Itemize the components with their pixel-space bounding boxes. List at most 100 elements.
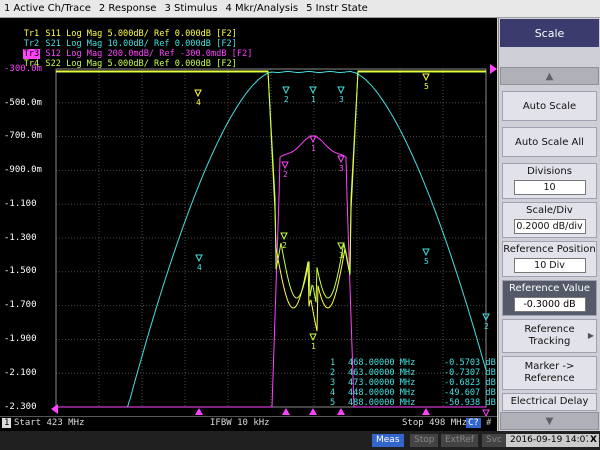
- reference-position-button[interactable]: Reference Position 10 Div: [502, 241, 597, 277]
- scroll-up-arrow-icon[interactable]: ▲: [500, 67, 599, 85]
- marker-s11-4: 4: [194, 89, 202, 107]
- marker-num: 5: [330, 398, 336, 408]
- marker-row-1: 1 468.00000 MHz -0.5703 dB: [330, 358, 497, 368]
- marker-num: 1: [330, 358, 336, 368]
- softkey-menu-title: Scale: [500, 19, 599, 47]
- marker-s22-2: 2: [280, 232, 288, 250]
- sweep-status-row: 1 Start 423 MHz IFBW 10 kHz Stop 498 MHz…: [0, 416, 497, 431]
- stop-frequency[interactable]: Stop 498 MHz: [402, 418, 467, 428]
- y-tick-label: -2.300: [4, 402, 37, 412]
- divisions-value[interactable]: 10: [513, 180, 586, 195]
- marker-row-2: 2 463.00000 MHz -0.7307 dB: [330, 368, 497, 378]
- y-tick-label: -1.300: [4, 233, 37, 243]
- svg-text:5: 5: [424, 257, 429, 266]
- marker-s21-3: 3: [337, 86, 345, 104]
- scroll-down-arrow-icon[interactable]: ▼: [500, 412, 599, 430]
- y-tick-label: -900.0m: [4, 165, 42, 175]
- menu-bar: 1 Active Ch/Trace 2 Response 3 Stimulus …: [0, 0, 600, 18]
- reference-value-label: Reference Value: [509, 283, 590, 294]
- marker-freq: 468.00000 MHz: [348, 358, 416, 368]
- marker-freq: 463.00000 MHz: [348, 368, 416, 378]
- y-tick-label: -2.100: [4, 368, 37, 378]
- svg-text:2: 2: [282, 241, 287, 250]
- reference-position-label: Reference Position: [503, 244, 596, 255]
- svg-text:3: 3: [339, 95, 344, 104]
- marker-s22-1: 1: [309, 333, 317, 351]
- marker-value: -0.7307 dB: [444, 368, 496, 378]
- marker-s22-3: 3: [337, 242, 345, 260]
- y-tick-label: -1.500: [4, 266, 37, 276]
- menu-mkr-analysis[interactable]: 4 Mkr/Analysis: [221, 3, 302, 14]
- marker-freq: 448.00000 MHz: [348, 388, 416, 398]
- electrical-delay-label: Electrical Delay: [510, 396, 589, 407]
- marker-s12-1: 1: [309, 135, 317, 153]
- svg-text:2: 2: [484, 322, 489, 331]
- marker-s21-2: 2: [282, 86, 290, 104]
- reference-level-marker: [490, 64, 497, 74]
- extref-indicator: ExtRef: [441, 434, 479, 447]
- svg-text:4: 4: [196, 98, 201, 107]
- menu-instr-state[interactable]: 5 Instr State: [302, 3, 372, 14]
- menu-active-ch-trace[interactable]: 1 Active Ch/Trace: [0, 3, 95, 14]
- calibration-indicator[interactable]: C?: [466, 418, 481, 428]
- y-tick-label: -700.0m: [4, 131, 42, 141]
- stimulus-marker-1: [195, 408, 203, 415]
- y-tick-label: -1.900: [4, 334, 37, 344]
- close-icon[interactable]: X: [588, 434, 599, 447]
- reference-tracking-line1: Reference: [524, 324, 575, 335]
- marker-s11-5: 5: [422, 73, 430, 91]
- marker-s12-3: 3: [337, 155, 345, 173]
- svg-text:4: 4: [197, 263, 202, 272]
- svg-text:1: 1: [311, 95, 316, 104]
- y-tick-label: -1.700: [4, 300, 37, 310]
- ifbw-setting[interactable]: IFBW 10 kHz: [210, 418, 270, 428]
- menu-stimulus[interactable]: 3 Stimulus: [160, 3, 221, 14]
- reference-value-button[interactable]: Reference Value -0.3000 dB: [502, 280, 597, 316]
- y-tick-label: -500.0m: [4, 98, 42, 108]
- menu-response[interactable]: 2 Response: [95, 3, 161, 14]
- stimulus-marker-3: [309, 408, 317, 415]
- reference-position-value[interactable]: 10 Div: [513, 258, 586, 273]
- marker-s21-1: 1: [309, 86, 317, 104]
- submenu-arrow-icon: ▶: [587, 331, 594, 340]
- marker-value: -0.6823 dB: [444, 378, 496, 388]
- svc-indicator: Svc: [482, 434, 506, 447]
- auto-scale-button[interactable]: Auto Scale: [502, 91, 597, 121]
- divisions-button[interactable]: Divisions 10: [502, 163, 597, 199]
- start-frequency[interactable]: Start 423 MHz: [14, 418, 84, 428]
- marker-to-reference-button[interactable]: Marker -> Reference: [502, 356, 597, 390]
- svg-text:1: 1: [311, 144, 316, 153]
- marker-freq: 488.00000 MHz: [348, 398, 416, 408]
- trace-plot[interactable]: 123454512312323: [0, 18, 497, 416]
- marker-to-reference-line2: Reference: [524, 373, 575, 384]
- svg-text:2: 2: [283, 170, 288, 179]
- reference-value-value[interactable]: -0.3000 dB: [513, 297, 586, 312]
- stimulus-marker-2: [282, 408, 290, 415]
- reference-tracking-line2: Tracking: [528, 336, 571, 347]
- electrical-delay-button[interactable]: Electrical Delay: [502, 393, 597, 411]
- reference-tracking-button[interactable]: Reference Tracking ▶: [502, 319, 597, 353]
- stop-indicator: Stop: [410, 434, 439, 447]
- marker-s12-2: 2: [281, 161, 289, 179]
- softkey-panel: Scale ▲ Auto Scale Auto Scale All Divisi…: [498, 18, 600, 431]
- channel-indicator[interactable]: 1: [2, 418, 12, 428]
- marker-s21-5: 5: [422, 248, 430, 266]
- auto-scale-all-button[interactable]: Auto Scale All: [502, 127, 597, 157]
- scale-div-value[interactable]: 0.2000 dB/div: [513, 219, 586, 234]
- meas-indicator[interactable]: Meas: [372, 434, 404, 447]
- svg-text:5: 5: [424, 82, 429, 91]
- marker-table: 1 468.00000 MHz -0.5703 dB 2 463.00000 MHz -…: [330, 358, 497, 408]
- svg-text:2: 2: [284, 95, 289, 104]
- scale-div-label: Scale/Div: [526, 205, 573, 216]
- y-tick-label: -1.100: [4, 199, 37, 209]
- marker-to-reference-line1: Marker ->: [524, 361, 575, 372]
- scale-div-button[interactable]: Scale/Div 0.2000 dB/div: [502, 202, 597, 238]
- marker-s21-4: 4: [195, 254, 203, 272]
- marker-row-4: 4 448.00000 MHz -49.607 dB: [330, 388, 497, 398]
- measurement-screen[interactable]: Tr1 S11 Log Mag 5.000dB/ Ref 0.000dB [F2…: [0, 18, 497, 416]
- marker-row-5: 5 488.00000 MHz -50.938 dB: [330, 398, 497, 408]
- svg-text:1: 1: [311, 342, 316, 351]
- marker-value: -0.5703 dB: [444, 358, 496, 368]
- instrument-status-bar: Meas Stop ExtRef Svc 2016-09-19 14:07 X: [0, 431, 600, 450]
- reference-left-marker: [51, 404, 58, 414]
